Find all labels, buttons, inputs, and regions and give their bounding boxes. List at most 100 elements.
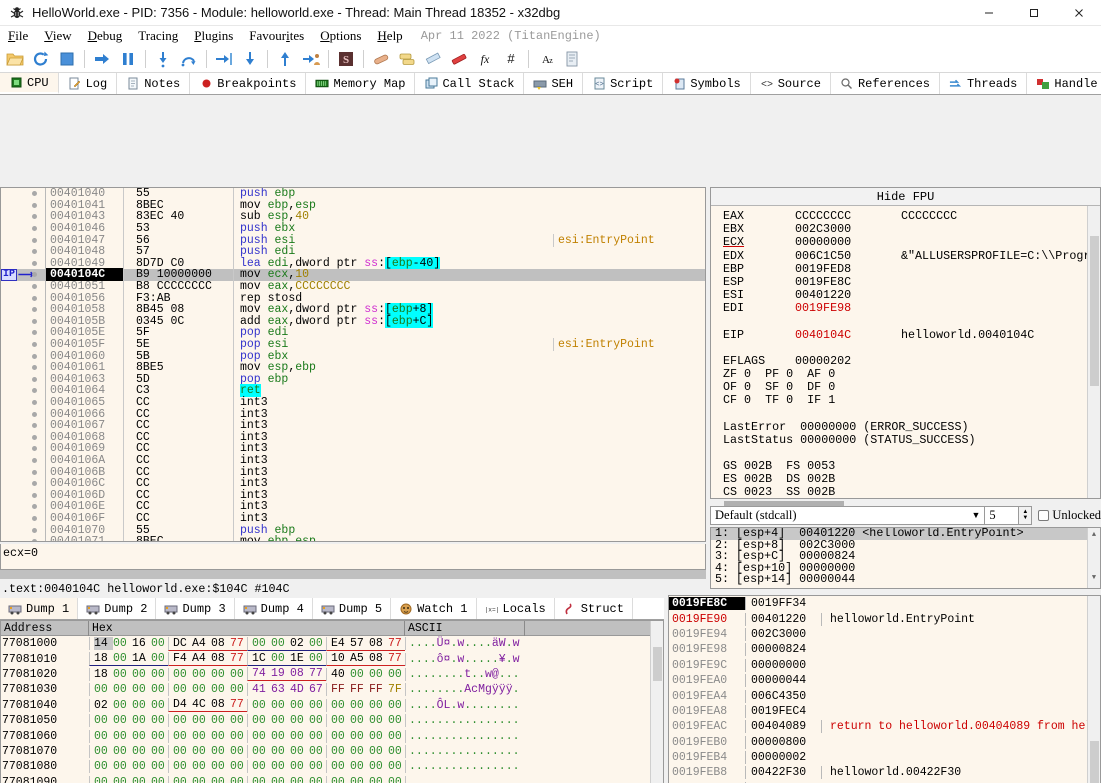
dump-byte[interactable]: E4 [331,637,350,650]
run-icon[interactable] [91,48,113,70]
scylla-icon[interactable]: S [335,48,357,70]
breakpoint-gutter[interactable] [1,353,45,359]
patch-icon[interactable] [370,48,392,70]
breakpoint-dot-icon[interactable] [32,318,37,324]
dump-byte[interactable]: 00 [350,745,369,758]
dump-byte[interactable]: 00 [290,699,309,712]
watch-tab-1[interactable]: Watch 1 [391,598,477,619]
dump-ascii[interactable]: ........t..w@... [405,667,525,681]
step-into-icon[interactable] [152,48,174,70]
dump-byte[interactable]: 00 [252,730,271,743]
breakpoint-gutter[interactable] [1,399,45,405]
dump-row[interactable]: 77081080 00 00 00 00 00 00 00 00 00 00 00 00 00 00 00 00… [1,759,663,774]
disassembly-row[interactable]: 0040105E 5F pop edi [1,326,705,340]
disassembly-row[interactable]: 00401040 55 push ebp [1,188,705,201]
dump-ascii[interactable]: ................ [405,760,525,774]
disassembly-row[interactable]: 00401056 F3:AB rep stosd [1,291,705,305]
dump-byte[interactable]: 00 [271,699,290,712]
dump-byte[interactable]: 00 [173,776,192,783]
dump-byte[interactable]: 00 [94,683,113,696]
dump-byte[interactable]: 00 [113,652,132,665]
dump-byte[interactable]: 63 [271,683,290,696]
disassembly-row[interactable]: 00401046 53 push ebx [1,222,705,236]
unlocked-checkbox[interactable]: Unlocked [1032,508,1101,523]
dump-byte[interactable]: 40 [331,668,350,681]
dump-byte[interactable]: 00 [369,776,388,783]
stack-value[interactable]: 00422F30 [745,766,821,780]
dump-byte[interactable]: 00 [271,776,290,783]
dump-byte[interactable]: 00 [192,668,211,681]
dump-byte[interactable]: 00 [252,637,271,650]
breakpoint-dot-icon[interactable] [32,388,37,394]
dump-row[interactable]: 77081020 18 00 00 00 00 00 00 00 74 19 08 77 40 00 00 00… [1,667,663,682]
menu-help[interactable]: Help [369,26,410,46]
breakpoint-gutter[interactable] [1,492,45,498]
breakpoint-gutter[interactable] [1,481,45,487]
disassembly-row[interactable]: 0040106E CC int3 [1,500,705,514]
dump-row[interactable]: 77081040 02 00 00 00 D4 4C 08 77 00 00 00 00 00 00 00 00… [1,698,663,713]
disassembly-row[interactable]: 00401071 8BEC mov ebp,esp [1,535,705,541]
breakpoint-dot-icon[interactable] [32,214,37,220]
dump-ascii[interactable]: ........AcMgÿÿÿ. [405,683,525,697]
dump-byte[interactable]: 00 [113,776,132,783]
dump-byte[interactable]: 00 [132,745,151,758]
breakpoint-dot-icon[interactable] [32,191,37,197]
breakpoint-dot-icon[interactable] [32,504,37,510]
tab-notes[interactable]: Notes [117,73,191,94]
registers-scroll-thumb[interactable] [1090,236,1099,386]
register-row[interactable]: EIP 0040104C helloworld.0040104C [723,328,1100,342]
disassembly-row[interactable]: 0040106F CC int3 [1,511,705,525]
dump-byte[interactable]: 00 [173,668,192,681]
dump-byte[interactable]: 00 [350,714,369,727]
dump-byte[interactable]: 00 [271,730,290,743]
arguments-panel[interactable]: 1: [esp+4] 00401220 <helloworld.EntryPoi… [710,527,1101,589]
register-value[interactable]: 0040104C [795,328,901,342]
dump-byte[interactable]: 00 [252,760,271,773]
dump-byte[interactable]: 4D [290,683,309,696]
breakpoint-dot-icon[interactable] [32,515,37,521]
dump-byte[interactable]: 00 [350,776,369,783]
dump-byte[interactable]: 08 [369,652,388,665]
dump-byte[interactable]: 00 [211,668,230,681]
memory-dump-panel[interactable]: Address Hex ASCII 77081000 14 00 16 00 DC A4 08… [0,620,664,783]
restart-icon[interactable] [30,48,52,70]
breakpoint-dot-icon[interactable] [32,272,37,278]
breakpoint-gutter[interactable] [1,457,45,463]
dump-byte[interactable]: 00 [132,699,151,712]
comment-icon[interactable] [396,48,418,70]
stack-row[interactable]: 0019FE98 00000824 [669,642,1100,657]
dump-byte[interactable]: F4 [173,652,192,665]
execute-till-return-icon[interactable] [213,48,235,70]
stack-value[interactable]: 00401220 [745,612,821,626]
stack-row[interactable]: 0019FEA4 006C4350 [669,688,1100,703]
breakpoint-gutter[interactable] [1,365,45,371]
menu-options[interactable]: Options [312,26,369,46]
dump-byte[interactable]: 00 [211,714,230,727]
minimize-button[interactable] [966,0,1011,26]
dump-row[interactable]: 77081070 00 00 00 00 00 00 00 00 00 00 00 00 00 00 00 00… [1,744,663,759]
dump-byte[interactable]: 00 [132,714,151,727]
dump-byte[interactable]: 00 [271,652,290,665]
tab-threads[interactable]: Threads [940,73,1028,94]
notes-toolbar-icon[interactable] [561,48,583,70]
dump-byte[interactable]: 00 [94,714,113,727]
breakpoint-gutter[interactable] [1,388,45,394]
breakpoint-dot-icon[interactable] [32,226,37,232]
breakpoint-gutter[interactable] [1,434,45,440]
hide-fpu-button[interactable]: Hide FPU [711,188,1100,206]
dump-byte[interactable]: FF [369,683,388,696]
breakpoint-gutter[interactable] [1,237,45,243]
dump-byte[interactable]: 00 [350,760,369,773]
dump-byte[interactable]: A4 [192,637,211,650]
dump-byte[interactable]: 08 [211,698,230,711]
dump-byte[interactable]: DC [173,637,192,650]
argument-row[interactable]: 5: [esp+14] 00000044 [711,574,1100,586]
maximize-button[interactable] [1011,0,1056,26]
breakpoint-dot-icon[interactable] [32,284,37,290]
disassembly-row[interactable]: 0040105B 0345 0C add eax,dword ptr ss:[ebp… [1,314,705,328]
dump-byte[interactable]: 00 [113,668,132,681]
register-value[interactable]: 00000000 [795,236,901,249]
dump-byte[interactable]: 08 [369,637,388,650]
dump-byte[interactable]: 00 [388,730,407,743]
dump-byte[interactable]: 00 [331,745,350,758]
